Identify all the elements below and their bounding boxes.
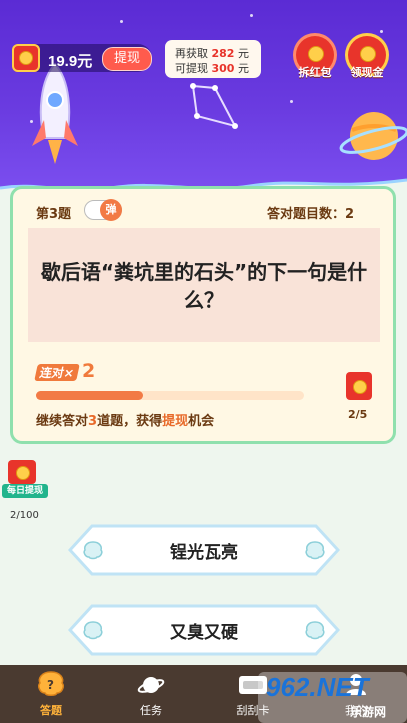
answer-option-2[interactable]: 又臭又硬 [68,604,340,656]
streak-label: 连对× [34,364,80,381]
star-decoration [120,20,123,23]
reward-progress-count: 2/5 [348,408,368,421]
progress-fill [36,391,144,400]
daily-withdraw-icon[interactable] [8,460,36,484]
question-number: 第3题 [36,207,72,222]
info-line1-value: 282 [211,47,235,60]
nav-label-tasks: 任务 [140,704,162,717]
answer-option-1[interactable]: 锃光瓦亮 [68,524,340,576]
nav-item-tasks[interactable]: 任务 [121,668,181,722]
hint-middle: 道题，获得 [97,414,163,429]
info-line1-suffix: 元 [237,47,249,60]
nav-item-quiz[interactable]: ? 答题 [21,668,81,722]
info-line2-prefix: 可提现 [175,62,208,75]
info-line2-suffix: 元 [237,62,249,75]
withdraw-button[interactable]: 提现 [102,47,152,71]
question-text: 歇后语“粪坑里的石头”的下一句是什么？ [40,260,368,312]
progress-hint: 继续答对3道题，获得提现机会 [36,410,214,429]
constellation-decoration [190,83,238,129]
barrage-toggle-knob[interactable]: 弹 [100,199,122,221]
answer-option-label: 又臭又硬 [170,623,238,643]
brain-question-icon: ? [38,671,64,696]
correct-answers-count: 答对题目数：2 [267,207,355,222]
get-cash-button[interactable]: 领现金 [337,36,397,86]
hint-highlight: 提现 [162,414,189,429]
info-line1-prefix: 再获取 [175,47,208,60]
reward-red-envelope-icon[interactable] [346,372,372,400]
red-envelope-icon [12,44,40,72]
red-packet-label: 拆红包 [298,66,332,79]
hint-prefix: 继续答对 [36,414,89,429]
info-line2-value: 300 [211,62,235,75]
hint-suffix: 机会 [188,414,215,429]
planet-nav-icon [137,677,165,693]
hint-number: 3 [88,414,98,429]
star-decoration [250,14,253,17]
streak-value: 2 [82,360,96,382]
star-decoration [290,100,293,103]
balance-amount: 19.9元 [48,53,93,70]
open-red-packet-button[interactable]: 拆红包 [285,36,345,86]
daily-withdraw-label[interactable]: 每日提现 [2,484,48,498]
site-watermark: 962.NET 乐游网 [258,670,407,723]
nav-label-quiz: 答题 [40,704,62,717]
svg-text:?: ? [47,678,54,692]
answer-option-label: 锃光瓦亮 [170,543,238,563]
daily-withdraw-count: 2/100 [10,510,39,521]
get-cash-label: 领现金 [350,66,384,79]
earnings-info-bubble: 再获取 282 元 可提现 300 元 [165,40,261,78]
watermark-site: 乐游网 [350,705,387,719]
watermark-brand: 962.NET [266,672,369,702]
star-decoration [380,30,383,33]
